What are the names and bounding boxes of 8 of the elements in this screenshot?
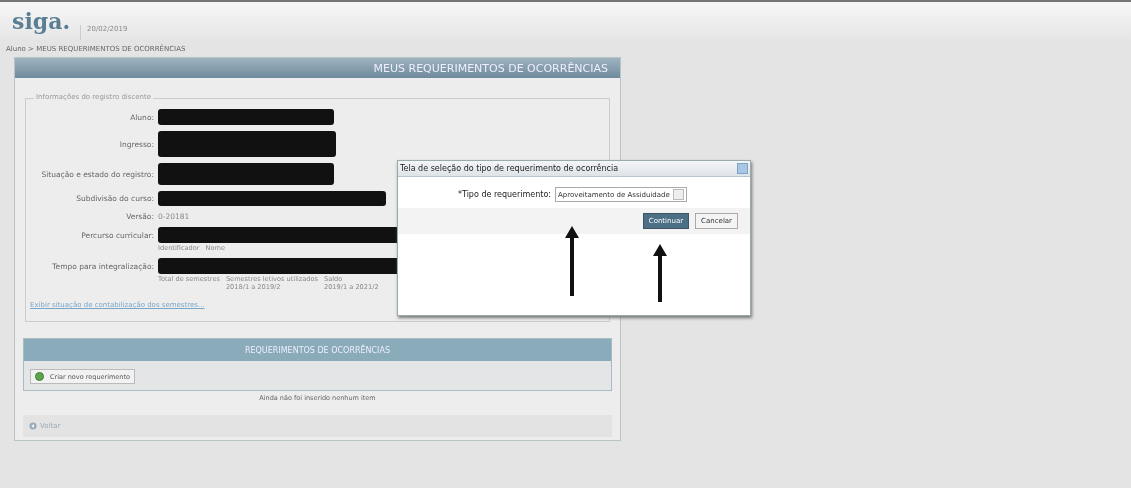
logo[interactable]: siga. <box>12 8 71 40</box>
back-icon[interactable] <box>29 422 37 430</box>
dialog-title: Tela de seleção do tipo de requerimento de ocorrência <box>400 164 619 173</box>
panel-title: MEUS REQUERIMENTOS DE OCORRÊNCIAS <box>15 58 620 78</box>
up-arrow-icon <box>652 244 668 302</box>
field-label: *Tipo de requerimento: <box>458 190 552 199</box>
section-title: REQUERIMENTOS DE OCORRÊNCIAS <box>24 339 611 361</box>
up-arrow-icon <box>564 226 580 296</box>
